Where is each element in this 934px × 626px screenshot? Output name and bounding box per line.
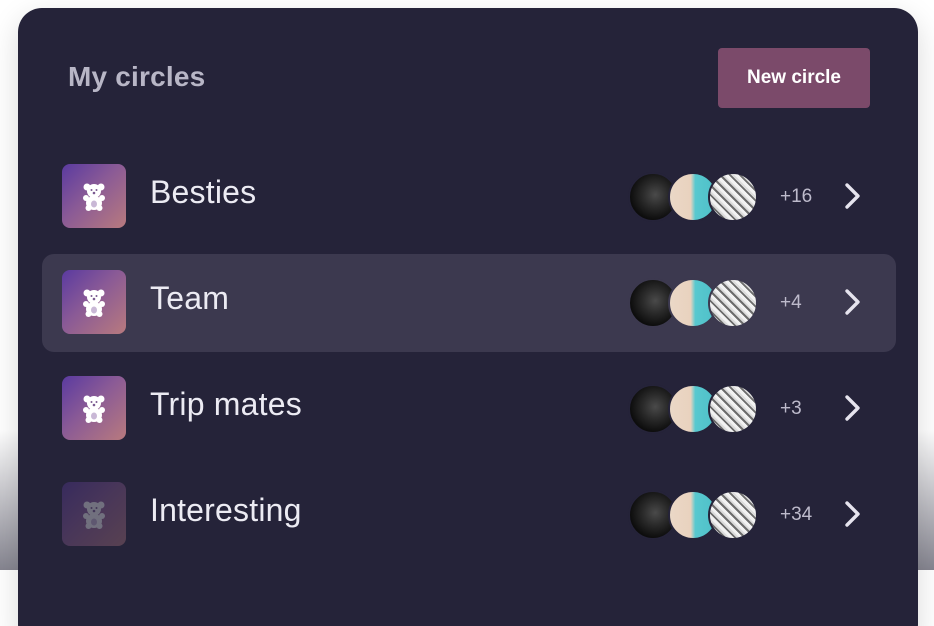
avatar [708, 278, 758, 328]
chevron-right-icon[interactable] [838, 178, 868, 214]
circle-name: Trip mates [150, 386, 302, 422]
member-avatars [628, 172, 758, 222]
card-header: My circles New circle [68, 48, 870, 108]
circle-name: Team [150, 280, 230, 316]
new-circle-button[interactable]: New circle [718, 48, 870, 108]
avatar [708, 490, 758, 540]
extra-member-count: +4 [780, 292, 802, 313]
avatar [708, 172, 758, 222]
teddy-bear-icon [62, 164, 126, 228]
chevron-right-icon[interactable] [838, 390, 868, 426]
extra-member-count: +34 [780, 504, 813, 525]
chevron-right-icon[interactable] [838, 496, 868, 532]
circles-card: My circles New circle Besties +16 Team +… [18, 8, 918, 626]
extra-member-count: +16 [780, 186, 813, 207]
circle-name: Besties [150, 174, 257, 210]
page-title: My circles [68, 61, 206, 92]
member-avatars [628, 490, 758, 540]
chevron-right-icon[interactable] [838, 284, 868, 320]
circle-name: Interesting [150, 492, 302, 528]
member-avatars [628, 278, 758, 328]
teddy-bear-icon [62, 270, 126, 334]
circle-row-interesting[interactable]: Interesting +34 [42, 466, 896, 564]
teddy-bear-icon [62, 482, 126, 546]
circle-row-besties[interactable]: Besties +16 [42, 148, 896, 246]
avatar [708, 384, 758, 434]
circle-row-trip-mates[interactable]: Trip mates +3 [42, 360, 896, 458]
page: My circles New circle Besties +16 Team +… [0, 0, 934, 626]
circle-row-team[interactable]: Team +4 [42, 254, 896, 352]
circle-list: Besties +16 Team +4 Trip mates +3 Intere… [42, 148, 896, 572]
teddy-bear-icon [62, 376, 126, 440]
extra-member-count: +3 [780, 398, 802, 419]
member-avatars [628, 384, 758, 434]
